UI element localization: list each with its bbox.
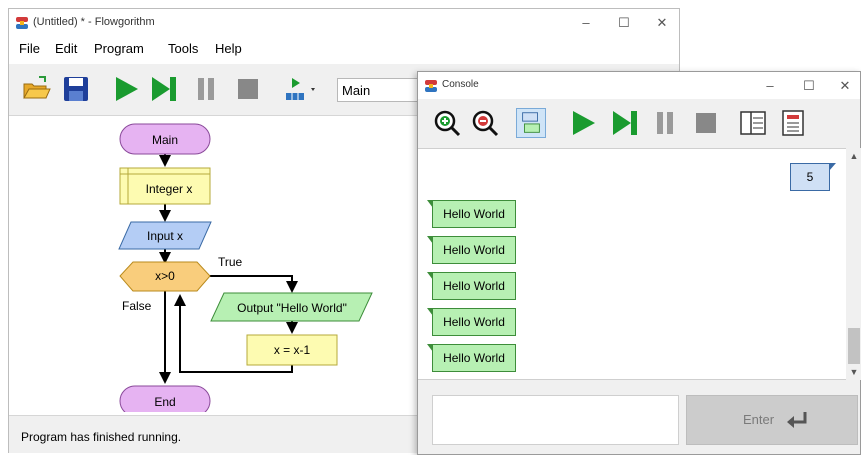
console-toolbar bbox=[418, 99, 860, 147]
decision-label: x>0 bbox=[155, 269, 175, 283]
maximize-button[interactable]: ☐ bbox=[609, 13, 639, 33]
console-title: Console bbox=[442, 79, 479, 90]
assign-label: x = x-1 bbox=[274, 343, 311, 357]
flowchart: Main Integer x Input x x>0 True False Ou… bbox=[118, 123, 373, 417]
enter-arrow-icon bbox=[787, 412, 807, 428]
output-label: Output "Hello World" bbox=[237, 301, 347, 315]
menu-edit[interactable]: Edit bbox=[55, 41, 77, 56]
pause-icon[interactable] bbox=[191, 74, 221, 104]
console-pause-icon[interactable] bbox=[650, 108, 680, 138]
minimize-button[interactable]: – bbox=[571, 13, 601, 33]
close-button[interactable]: ✕ bbox=[647, 13, 677, 33]
output-bubble: Hello World bbox=[427, 200, 516, 228]
menu-program[interactable]: Program bbox=[94, 41, 144, 56]
console-minimize-button[interactable]: – bbox=[755, 76, 785, 96]
enter-button[interactable]: Enter bbox=[686, 395, 858, 445]
console-run-icon[interactable] bbox=[568, 108, 598, 138]
console-output: 5 Hello World Hello World Hello World He… bbox=[418, 148, 846, 380]
flowgorithm-logo-icon bbox=[425, 80, 437, 92]
window-title: (Untitled) * - Flowgorithm bbox=[33, 16, 155, 28]
menu-help[interactable]: Help bbox=[215, 41, 242, 56]
console-scrollbar[interactable]: ▲ ▼ bbox=[846, 148, 861, 380]
start-label: Main bbox=[152, 133, 178, 147]
output-bubble: Hello World bbox=[427, 272, 516, 300]
scroll-down-icon[interactable]: ▼ bbox=[846, 364, 861, 380]
declare-label: Integer x bbox=[146, 182, 193, 196]
console-window: Console – ☐ ✕ 5 Hello World Hello World … bbox=[417, 71, 861, 455]
stop-icon[interactable] bbox=[233, 74, 263, 104]
input-block[interactable]: Input x bbox=[118, 221, 212, 250]
menubar: File Edit Program Tools Help bbox=[9, 37, 679, 61]
output-bubble: Hello World bbox=[427, 344, 516, 372]
scroll-thumb[interactable] bbox=[848, 328, 860, 364]
console-close-button[interactable]: ✕ bbox=[830, 76, 860, 96]
titlebar: (Untitled) * - Flowgorithm – ☐ ✕ bbox=[9, 9, 679, 37]
run-icon[interactable] bbox=[111, 74, 141, 104]
console-maximize-button[interactable]: ☐ bbox=[794, 76, 824, 96]
zoom-out-icon[interactable] bbox=[470, 108, 500, 138]
end-terminal[interactable]: End bbox=[119, 385, 211, 417]
step-icon[interactable] bbox=[149, 74, 179, 104]
end-label: End bbox=[154, 395, 175, 409]
zoom-in-icon[interactable] bbox=[432, 108, 462, 138]
scroll-up-icon[interactable]: ▲ bbox=[846, 148, 861, 164]
layout-dropdown-icon[interactable] bbox=[283, 74, 321, 104]
input-echo-bubble: 5 bbox=[790, 163, 836, 191]
start-terminal[interactable]: Main bbox=[119, 123, 211, 155]
layout-split-icon[interactable] bbox=[738, 108, 768, 138]
layout-full-icon[interactable] bbox=[778, 108, 808, 138]
enter-label: Enter bbox=[743, 412, 775, 427]
output-block[interactable]: Output "Hello World" bbox=[210, 292, 373, 322]
menu-tools[interactable]: Tools bbox=[168, 41, 198, 56]
flowgorithm-logo-icon bbox=[16, 17, 28, 29]
input-label: Input x bbox=[147, 229, 183, 243]
output-bubble: Hello World bbox=[427, 236, 516, 264]
output-bubble: Hello World bbox=[427, 308, 516, 336]
console-titlebar: Console – ☐ ✕ bbox=[418, 72, 860, 99]
save-icon[interactable] bbox=[61, 74, 91, 104]
menu-file[interactable]: File bbox=[19, 41, 40, 56]
true-branch-label: True bbox=[218, 255, 243, 269]
decision-block[interactable]: x>0 bbox=[119, 261, 211, 292]
open-folder-icon[interactable] bbox=[21, 74, 51, 104]
false-branch-label: False bbox=[122, 299, 152, 313]
declare-block[interactable]: Integer x bbox=[119, 167, 211, 205]
console-step-icon[interactable] bbox=[610, 108, 640, 138]
status-text: Program has finished running. bbox=[21, 430, 182, 444]
function-select[interactable]: Main bbox=[337, 78, 427, 102]
console-input-field[interactable] bbox=[432, 395, 679, 445]
assign-block[interactable]: x = x-1 bbox=[246, 334, 338, 366]
chat-view-icon[interactable] bbox=[516, 108, 546, 138]
console-stop-icon[interactable] bbox=[691, 108, 721, 138]
